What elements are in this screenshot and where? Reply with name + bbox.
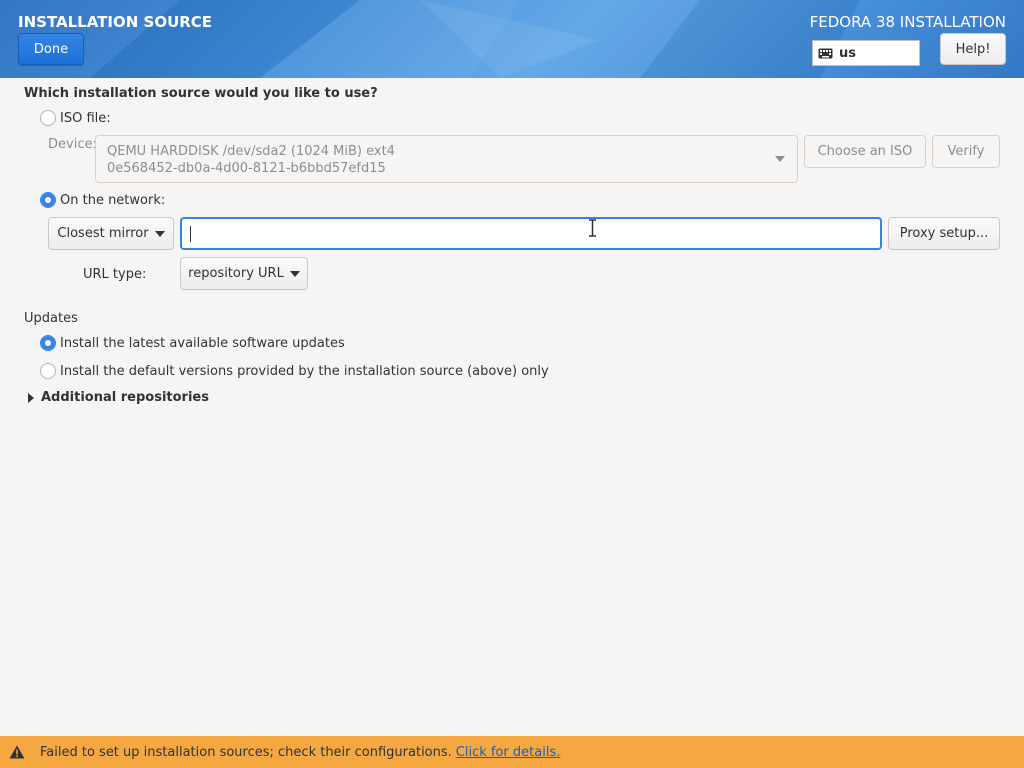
mouse-ibeam-cursor-icon [589, 219, 596, 237]
iso-file-radio[interactable] [40, 110, 56, 126]
done-button[interactable]: Done [18, 33, 84, 65]
device-label: Device: [48, 137, 97, 152]
url-type-value: repository URL [188, 266, 284, 281]
mirror-protocol-value: Closest mirror [57, 226, 149, 241]
text-cursor [190, 226, 191, 242]
device-combobox[interactable]: QEMU HARDDISK /dev/sda2 (1024 MiB) ext4 … [95, 135, 798, 183]
source-question-heading: Which installation source would you like… [24, 86, 378, 101]
caret-down-icon [154, 230, 165, 237]
warning-bar: Failed to set up installation sources; c… [0, 736, 1024, 768]
choose-iso-button[interactable]: Choose an ISO [804, 135, 926, 168]
header-bar: INSTALLATION SOURCE FEDORA 38 INSTALLATI… [0, 0, 1024, 78]
chevron-down-icon [775, 156, 785, 162]
proxy-setup-button[interactable]: Proxy setup... [888, 217, 1000, 250]
default-versions-radio[interactable] [40, 363, 56, 379]
latest-updates-label[interactable]: Install the latest available software up… [60, 336, 345, 351]
on-network-radio[interactable] [40, 192, 56, 208]
header-background-pattern [0, 0, 1024, 78]
keyboard-layout-indicator[interactable]: us [812, 40, 920, 66]
repository-url-input[interactable] [180, 217, 882, 250]
device-uuid: 0e568452-db0a-4d00-8121-b6bbd57efd15 [107, 161, 386, 176]
url-type-label: URL type: [83, 267, 147, 282]
keyboard-icon [818, 48, 833, 58]
expander-arrow-icon [28, 392, 34, 403]
latest-updates-radio[interactable] [40, 335, 56, 351]
device-name: QEMU HARDDISK /dev/sda2 (1024 MiB) ext4 [107, 144, 395, 159]
product-title: FEDORA 38 INSTALLATION [809, 13, 1006, 31]
mirror-protocol-dropdown[interactable]: Closest mirror [48, 217, 174, 250]
warning-icon [9, 745, 25, 759]
on-network-label[interactable]: On the network: [60, 193, 165, 208]
additional-repositories-label: Additional repositories [41, 390, 209, 405]
warning-details-link[interactable]: Click for details. [456, 745, 561, 760]
url-type-dropdown[interactable]: repository URL [180, 257, 308, 290]
iso-file-label[interactable]: ISO file: [60, 111, 111, 126]
caret-down-icon [289, 270, 300, 277]
page-title: INSTALLATION SOURCE [18, 13, 213, 31]
default-versions-label[interactable]: Install the default versions provided by… [60, 364, 549, 379]
additional-repositories-expander[interactable]: Additional repositories [28, 390, 209, 405]
keyboard-layout-label: us [839, 45, 856, 61]
help-button[interactable]: Help! [940, 33, 1006, 65]
updates-heading: Updates [24, 311, 78, 326]
verify-button[interactable]: Verify [932, 135, 1000, 168]
warning-message: Failed to set up installation sources; c… [40, 744, 452, 760]
